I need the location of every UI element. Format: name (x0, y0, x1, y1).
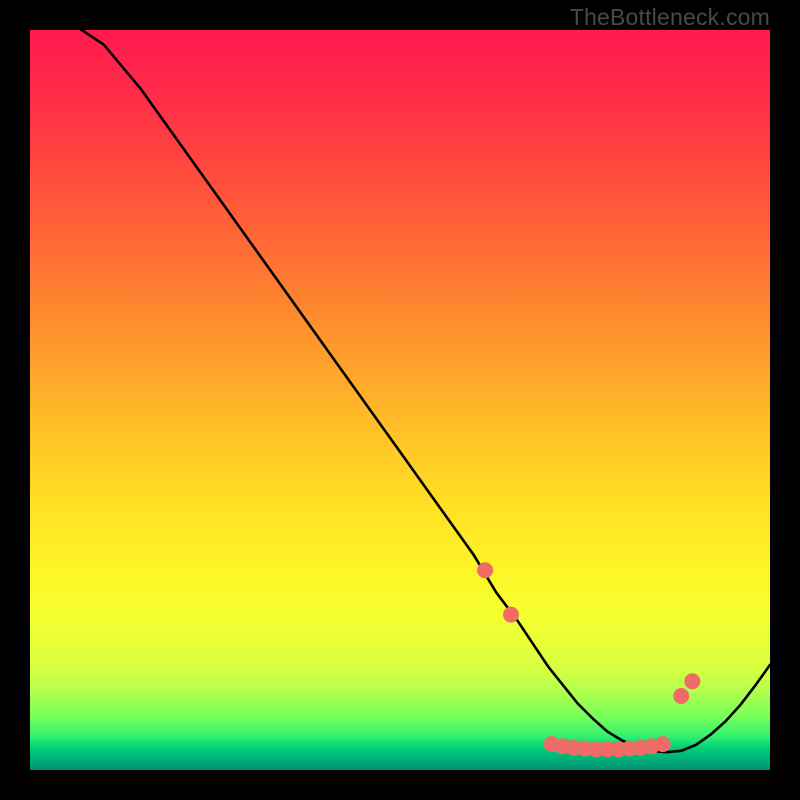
bottleneck-curve (37, 0, 770, 752)
marker-dot (673, 688, 689, 704)
marker-dot (477, 562, 493, 578)
marker-dot (503, 607, 519, 623)
marker-dot (684, 673, 700, 689)
marker-dot (655, 736, 671, 752)
plot-area (30, 30, 770, 770)
marker-group (477, 562, 700, 757)
chart-frame: TheBottleneck.com (0, 0, 800, 800)
curve-layer (30, 30, 770, 770)
attribution-label: TheBottleneck.com (570, 4, 770, 31)
